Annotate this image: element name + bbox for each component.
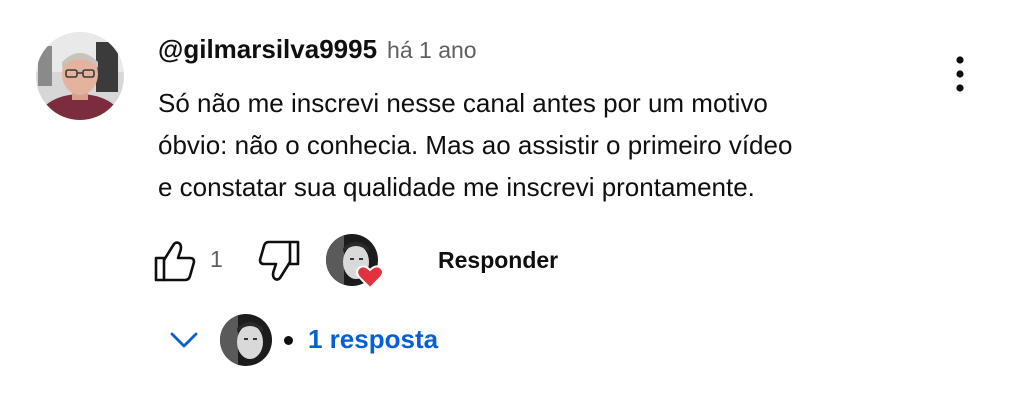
comment-text-line: Só não me inscrevi nesse canal antes por… [158, 88, 768, 118]
heart-icon [356, 265, 384, 290]
separator-dot [284, 336, 293, 345]
thumb-down-icon [258, 240, 300, 281]
comment-text-line: e constatar sua qualidade me inscrevi pr… [158, 172, 755, 202]
comment-header: @gilmarsilva9995 há 1 ano [158, 34, 477, 68]
commenter-avatar[interactable] [36, 32, 124, 120]
like-button[interactable] [150, 238, 200, 284]
creator-heart-badge[interactable] [326, 234, 388, 290]
comment-toolbar: 1 Responder [0, 234, 1014, 290]
reply-author-avatar [220, 314, 272, 366]
reply-button[interactable]: Responder [420, 240, 576, 280]
dislike-button[interactable] [254, 238, 304, 284]
like-count: 1 [210, 246, 223, 272]
comment-text: Só não me inscrevi nesse canal antes por… [158, 82, 958, 208]
chevron-down-icon [170, 332, 198, 348]
replies-count-label[interactable]: 1 resposta [308, 324, 438, 355]
comment-timestamp[interactable]: há 1 ano [387, 37, 477, 64]
comment-text-line: óbvio: não o conhecia. Mas ao assistir o… [158, 130, 793, 160]
comment-author[interactable]: @gilmarsilva9995 [158, 34, 377, 65]
thumb-up-icon [154, 241, 196, 282]
view-replies-button[interactable]: 1 resposta [160, 314, 560, 366]
